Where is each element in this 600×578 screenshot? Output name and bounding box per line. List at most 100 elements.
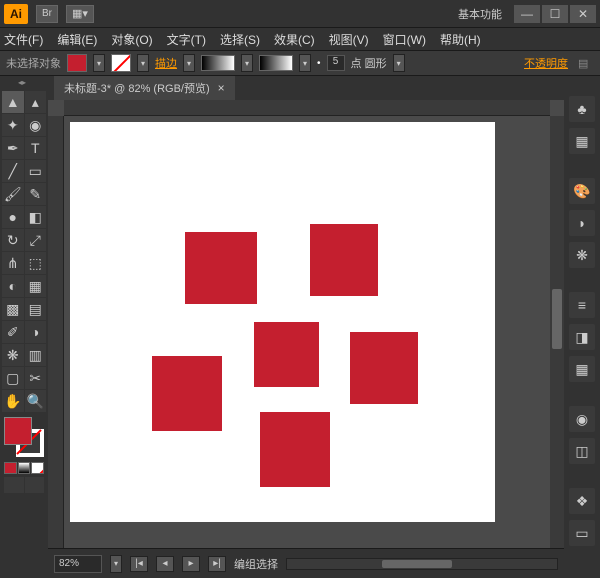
minimize-button[interactable]: — — [514, 5, 540, 23]
menu-view[interactable]: 视图(V) — [329, 31, 369, 48]
fill-color-well[interactable] — [67, 54, 87, 72]
brushes-panel-icon[interactable]: ◗ — [569, 210, 595, 236]
shape-rectangle[interactable] — [254, 322, 319, 387]
fill-dropdown[interactable]: ▾ — [93, 54, 105, 72]
type-tool[interactable]: T — [25, 137, 47, 159]
arrange-documents-button[interactable]: ▦▾ — [66, 5, 94, 23]
shape-rectangle[interactable] — [260, 412, 330, 487]
lasso-tool[interactable]: ◉ — [25, 114, 47, 136]
fill-indicator[interactable] — [4, 417, 32, 445]
pen-tool[interactable]: ✒ — [2, 137, 24, 159]
symbols-panel-icon[interactable]: ❋ — [569, 242, 595, 268]
magic-wand-tool[interactable]: ✦ — [2, 114, 24, 136]
menu-type[interactable]: 文字(T) — [167, 31, 206, 48]
profile-menu[interactable]: ▾ — [393, 54, 405, 72]
appearance-panel-icon[interactable]: ◉ — [569, 406, 595, 432]
rectangle-tool[interactable]: ▭ — [25, 160, 47, 182]
shape-rectangle[interactable] — [310, 224, 378, 296]
opacity-label[interactable]: 不透明度 — [524, 55, 568, 71]
rotate-tool[interactable]: ↻ — [2, 229, 24, 251]
color-mode[interactable] — [4, 462, 17, 474]
zoom-tool[interactable]: 🔍 — [25, 390, 47, 412]
color-guide-panel-icon[interactable]: ▦ — [569, 128, 595, 154]
gradient-mode[interactable] — [18, 462, 31, 474]
free-transform-tool[interactable]: ⬚ — [25, 252, 47, 274]
canvas-viewport[interactable]: 82% ▾ |◂ ◂ ▸ ▸| 编组选择 — [48, 100, 564, 578]
brush-definition[interactable] — [201, 55, 235, 71]
scrollbar-thumb-h[interactable] — [382, 560, 452, 568]
workspace-switcher[interactable]: 基本功能 — [458, 6, 502, 22]
perspective-grid-tool[interactable]: ▦ — [25, 275, 47, 297]
draw-normal[interactable] — [4, 477, 24, 493]
control-menu-icon[interactable]: ▤ — [578, 57, 594, 70]
profile-dropdown[interactable]: ▾ — [299, 54, 311, 72]
artboard-tool[interactable]: ▢ — [2, 367, 24, 389]
zoom-level-input[interactable]: 82% — [54, 555, 102, 573]
line-tool[interactable]: ╱ — [2, 160, 24, 182]
stroke-label[interactable]: 描边 — [155, 55, 177, 71]
scrollbar-thumb-v[interactable] — [552, 289, 562, 349]
layers-panel-icon[interactable]: ❖ — [569, 488, 595, 514]
scrollbar-horizontal[interactable] — [286, 558, 558, 570]
blend-tool[interactable]: ◑ — [25, 321, 47, 343]
menu-window[interactable]: 窗口(W) — [383, 31, 426, 48]
menu-effect[interactable]: 效果(C) — [274, 31, 315, 48]
variable-width-profile[interactable] — [259, 55, 293, 71]
shape-rectangle[interactable] — [152, 356, 222, 431]
menu-file[interactable]: 文件(F) — [4, 31, 43, 48]
pencil-tool[interactable]: ✎ — [25, 183, 47, 205]
paintbrush-tool[interactable]: 🖌 — [2, 183, 24, 205]
menu-select[interactable]: 选择(S) — [220, 31, 260, 48]
mesh-tool[interactable]: ▩ — [2, 298, 24, 320]
slice-tool[interactable]: ✂ — [25, 367, 47, 389]
artboard-prev-first[interactable]: |◂ — [130, 556, 148, 572]
swatches-panel-icon[interactable]: 🎨 — [569, 178, 595, 204]
bridge-button[interactable]: Br — [36, 5, 58, 23]
hand-tool[interactable]: ✋ — [2, 390, 24, 412]
maximize-button[interactable]: ☐ — [542, 5, 568, 23]
scale-tool[interactable]: ⤢ — [25, 229, 47, 251]
stroke-dropdown[interactable]: ▾ — [137, 54, 149, 72]
symbol-sprayer-tool[interactable]: ❋ — [2, 344, 24, 366]
none-mode[interactable] — [31, 462, 44, 474]
screen-mode[interactable] — [25, 477, 45, 493]
column-graph-tool[interactable]: ▥ — [25, 344, 47, 366]
shape-builder-tool[interactable]: ◐ — [2, 275, 24, 297]
close-button[interactable]: ✕ — [570, 5, 596, 23]
toolbox-collapse-icon[interactable]: ◂▸ — [18, 78, 30, 90]
gradient-panel-icon[interactable]: ◨ — [569, 324, 595, 350]
menu-object[interactable]: 对象(O) — [111, 31, 152, 48]
stroke-color-well[interactable] — [111, 54, 131, 72]
artboard[interactable] — [70, 122, 495, 522]
stroke-panel-icon[interactable]: ≡ — [569, 292, 595, 318]
color-panel-icon[interactable]: ♣ — [569, 96, 595, 122]
stroke-weight-input[interactable]: 5 — [327, 55, 345, 71]
blob-brush-tool[interactable]: ● — [2, 206, 24, 228]
direct-selection-tool[interactable]: ▴ — [25, 91, 47, 113]
stroke-weight-dropdown[interactable]: ▾ — [183, 54, 195, 72]
shape-rectangle[interactable] — [185, 232, 257, 304]
eraser-tool[interactable]: ◧ — [25, 206, 47, 228]
gradient-tool[interactable]: ▤ — [25, 298, 47, 320]
document-tab-close[interactable]: × — [218, 81, 225, 95]
eyedropper-tool[interactable]: ✐ — [2, 321, 24, 343]
artboard-next-last[interactable]: ▸| — [208, 556, 226, 572]
graphic-styles-panel-icon[interactable]: ◫ — [569, 438, 595, 464]
transparency-panel-icon[interactable]: ▦ — [569, 356, 595, 382]
selection-tool[interactable]: ▲ — [2, 91, 24, 113]
scrollbar-vertical[interactable] — [550, 116, 564, 548]
document-area: 未标题-3* @ 82% (RGB/预览) × 82% ▾ |◂ ◂ ▸ ▸| … — [48, 76, 564, 578]
document-tab[interactable]: 未标题-3* @ 82% (RGB/预览) × — [54, 76, 235, 100]
brush-dropdown[interactable]: ▾ — [241, 54, 253, 72]
ruler-vertical[interactable] — [48, 116, 64, 548]
artboard-next[interactable]: ▸ — [182, 556, 200, 572]
shape-rectangle[interactable] — [350, 332, 418, 404]
artboards-panel-icon[interactable]: ▭ — [569, 520, 595, 546]
artboard-prev[interactable]: ◂ — [156, 556, 174, 572]
menu-help[interactable]: 帮助(H) — [440, 31, 481, 48]
width-tool[interactable]: ⋔ — [2, 252, 24, 274]
menu-edit[interactable]: 编辑(E) — [57, 31, 97, 48]
fill-stroke-indicator[interactable] — [4, 417, 44, 457]
zoom-dropdown[interactable]: ▾ — [110, 555, 122, 573]
ruler-horizontal[interactable] — [64, 100, 550, 116]
